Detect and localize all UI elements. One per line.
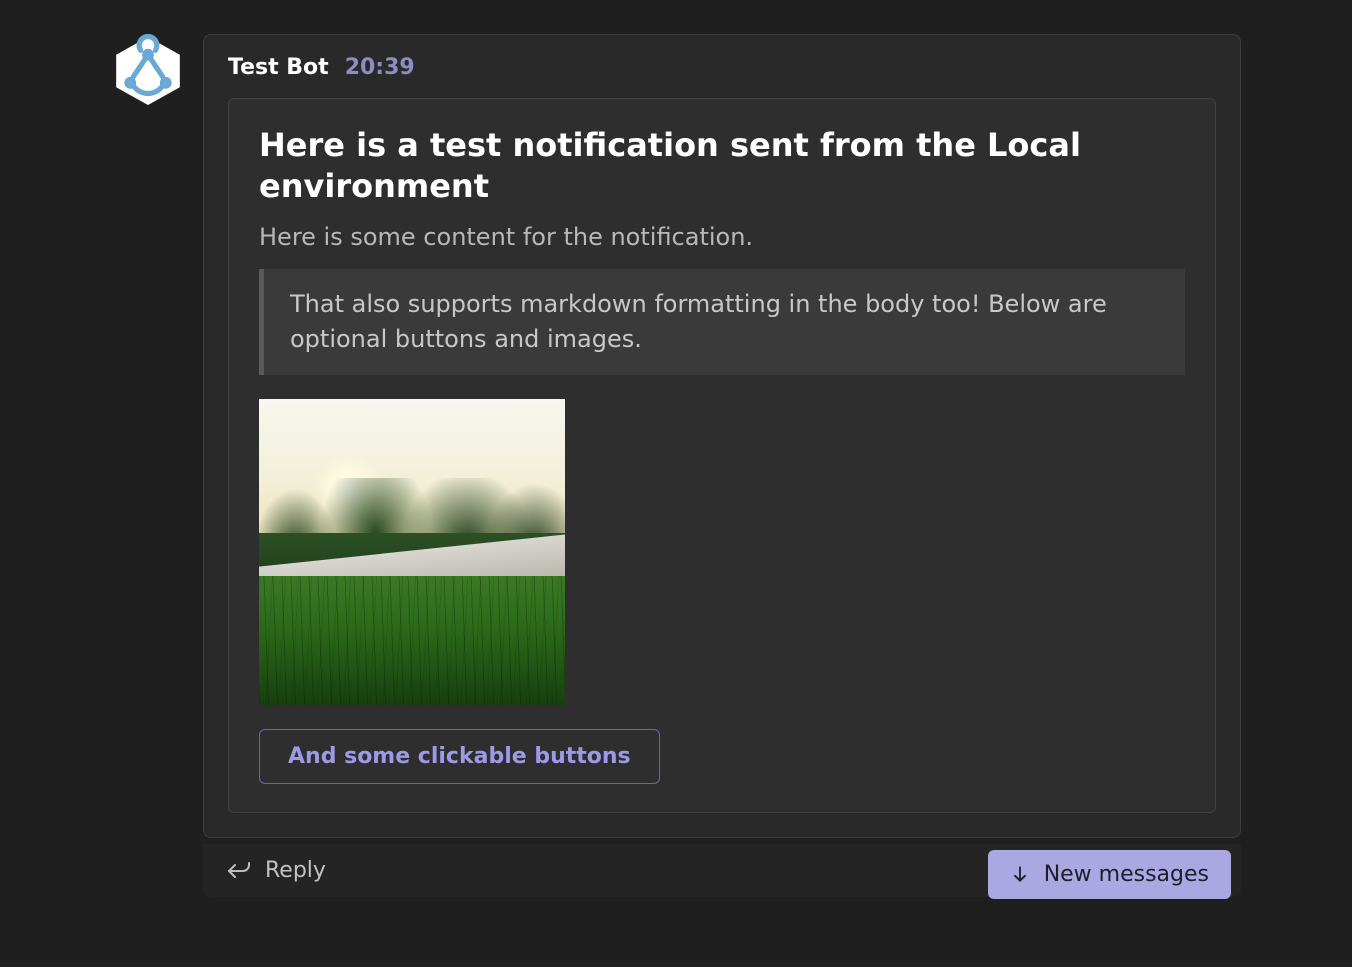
card-subtitle: Here is some content for the notificatio… [259, 223, 1185, 251]
card-blockquote: That also supports markdown formatting i… [259, 269, 1185, 375]
card-title: Here is a test notification sent from th… [259, 125, 1185, 207]
card-image[interactable] [259, 399, 565, 705]
bot-avatar [111, 34, 185, 108]
reply-bar[interactable]: Reply New messages [203, 844, 1241, 897]
card-action-button[interactable]: And some clickable buttons [259, 729, 660, 784]
message-timestamp: 20:39 [345, 55, 415, 80]
webhook-hex-icon [111, 34, 185, 108]
sender-name[interactable]: Test Bot [228, 55, 329, 80]
message-header: Test Bot 20:39 [228, 55, 1216, 80]
arrow-down-icon [1010, 864, 1030, 884]
new-messages-toast[interactable]: New messages [988, 850, 1231, 899]
message-bubble: Test Bot 20:39 Here is a test notificati… [203, 34, 1241, 838]
reply-placeholder: Reply [265, 858, 326, 883]
new-messages-label: New messages [1044, 862, 1209, 887]
adaptive-card: Here is a test notification sent from th… [228, 98, 1216, 813]
reply-icon [225, 859, 251, 881]
